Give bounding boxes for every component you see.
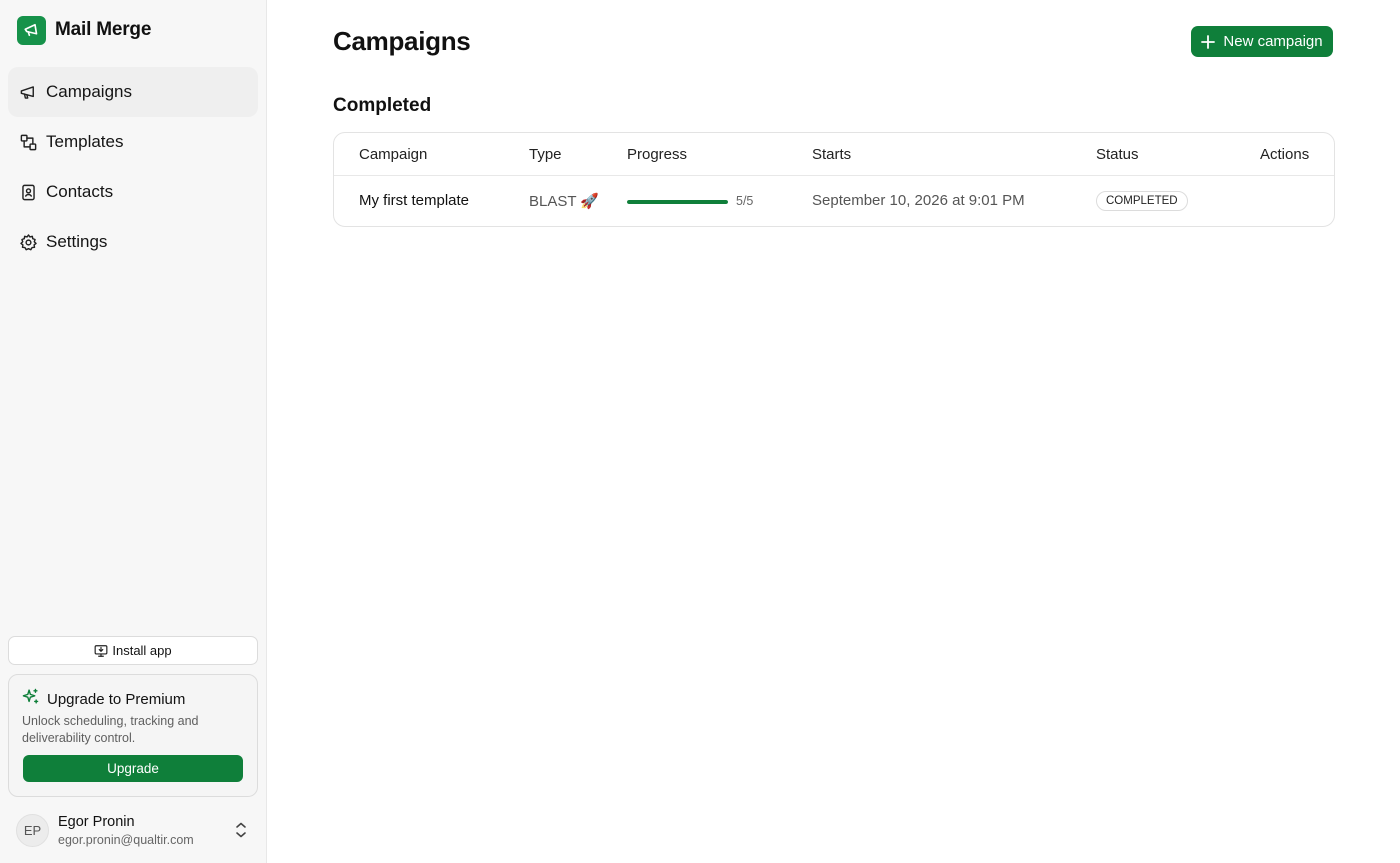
install-app-button[interactable]: Install app — [8, 636, 258, 665]
section-title: Completed — [333, 95, 432, 116]
plus-icon — [1201, 34, 1216, 49]
templates-icon — [18, 132, 38, 152]
column-header-starts[interactable]: Starts — [812, 146, 851, 163]
sidebar-item-label: Contacts — [46, 182, 114, 201]
progress-bar-fill — [627, 200, 728, 204]
campaign-type: BLAST 🚀 — [529, 193, 600, 210]
column-header-campaign[interactable]: Campaign — [359, 146, 427, 163]
column-header-progress[interactable]: Progress — [627, 146, 687, 163]
app-name: Mail Merge — [55, 19, 152, 40]
upgrade-button[interactable]: Upgrade — [23, 755, 243, 782]
sidebar-item-label: Templates — [46, 132, 124, 151]
sidebar-item-campaigns[interactable]: Campaigns — [8, 67, 258, 117]
new-campaign-label: New campaign — [1223, 33, 1323, 50]
gear-icon — [18, 232, 38, 252]
megaphone-icon — [18, 82, 38, 102]
upgrade-title: Upgrade to Premium — [47, 690, 186, 708]
column-header-status[interactable]: Status — [1096, 146, 1139, 163]
upgrade-header: Upgrade to Premium — [22, 688, 185, 710]
megaphone-icon — [17, 15, 46, 45]
sparkles-icon — [22, 688, 39, 710]
user-email: egor.pronin@qualtir.com — [58, 832, 194, 847]
user-name: Egor Pronin — [58, 813, 135, 830]
sidebar-item-label: Campaigns — [46, 82, 132, 101]
sidebar-item-templates[interactable]: Templates — [8, 117, 258, 167]
upgrade-card: Upgrade to Premium Unlock scheduling, tr… — [8, 674, 258, 797]
sidebar-item-contacts[interactable]: Contacts — [8, 167, 258, 217]
campaigns-table: Campaign Type Progress Starts Status Act… — [333, 132, 1335, 227]
campaign-name[interactable]: My first template — [359, 192, 469, 209]
sidebar-item-settings[interactable]: Settings — [8, 217, 258, 267]
campaign-start-time: September 10, 2026 at 9:01 PM — [812, 192, 1025, 209]
contact-book-icon — [18, 182, 38, 202]
brand[interactable]: Mail Merge — [17, 15, 151, 45]
monitor-download-icon — [94, 644, 108, 658]
main-content: Campaigns New campaign Completed Campaig… — [267, 0, 1400, 863]
sidebar-item-label: Settings — [46, 232, 108, 251]
column-header-type[interactable]: Type — [529, 146, 562, 163]
user-menu[interactable]: EP Egor Pronin egor.pronin@qualtir.com — [16, 812, 256, 848]
user-info: Egor Pronin egor.pronin@qualtir.com — [58, 814, 194, 847]
sidebar: Mail Merge Campaigns Templates Contacts … — [0, 0, 267, 863]
column-header-actions: Actions — [1260, 146, 1310, 163]
avatar: EP — [16, 813, 49, 847]
install-app-label: Install app — [112, 643, 172, 658]
progress-bar — [627, 200, 728, 204]
upgrade-description: Unlock scheduling, tracking and delivera… — [22, 714, 199, 745]
progress-count: 5/5 — [736, 194, 754, 208]
sidebar-nav: Campaigns Templates Contacts Settings — [8, 67, 258, 267]
new-campaign-button[interactable]: New campaign — [1191, 26, 1333, 57]
chevron-up-down-icon — [234, 821, 248, 839]
status-badge: COMPLETED — [1096, 191, 1188, 211]
page-title: Campaigns — [333, 26, 471, 56]
table-row[interactable]: My first template BLAST 🚀 5/5 September … — [334, 176, 1334, 227]
